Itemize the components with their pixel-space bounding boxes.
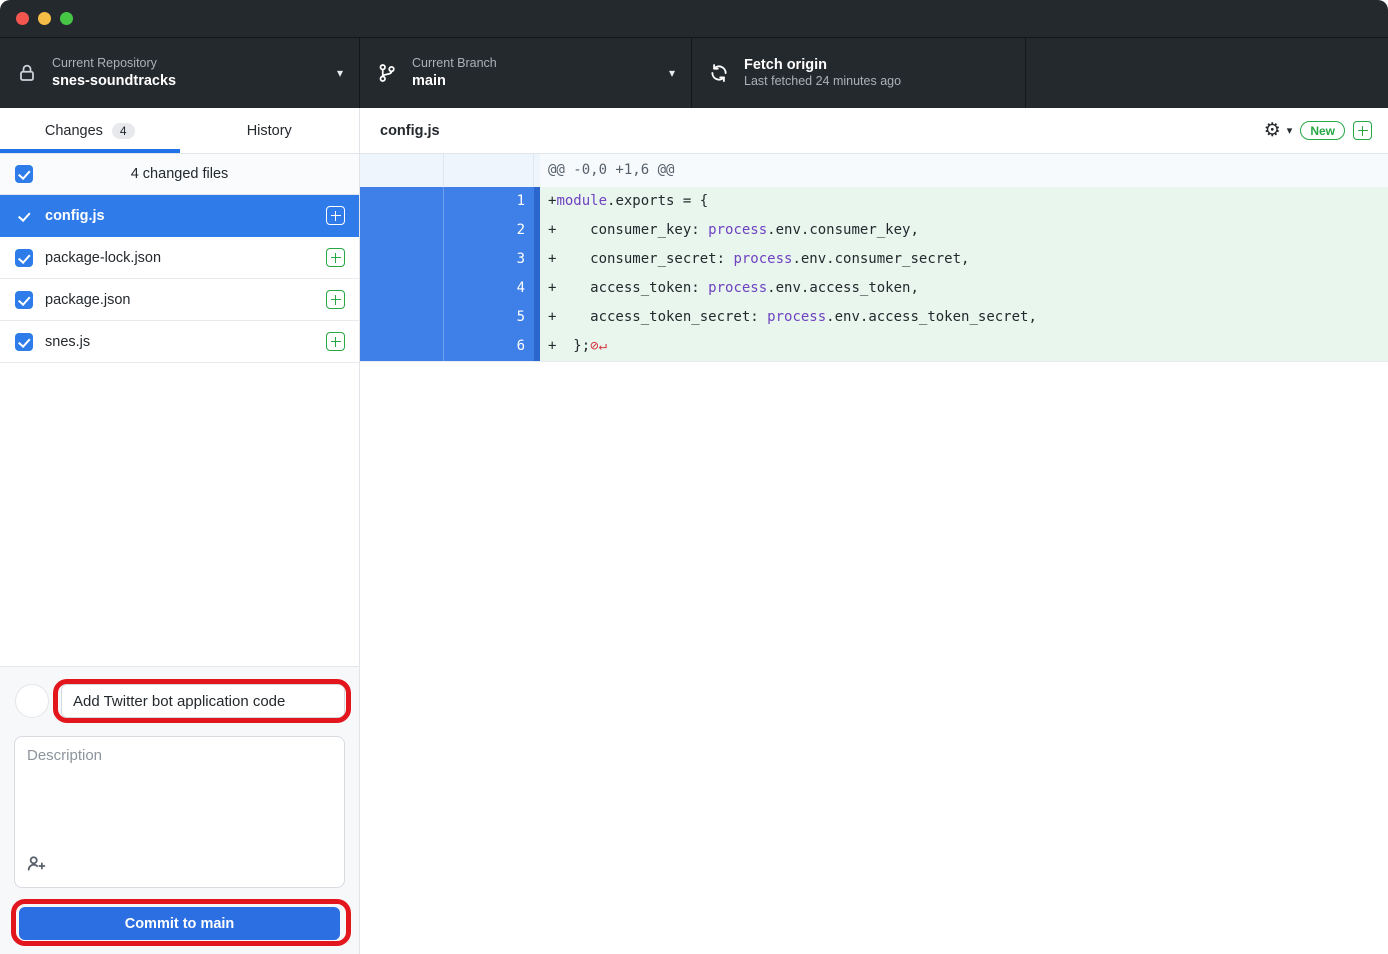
new-line-number[interactable]: 4 — [444, 274, 534, 303]
commit-button-branch: main — [200, 916, 234, 932]
old-line-gutter[interactable] — [360, 187, 444, 216]
close-button[interactable] — [16, 12, 29, 25]
commit-description-textarea[interactable]: Description — [14, 736, 345, 888]
new-line-number[interactable]: 5 — [444, 303, 534, 332]
tab-history-label: History — [247, 123, 292, 139]
old-line-gutter — [360, 154, 444, 187]
added-status-icon — [326, 206, 345, 225]
old-line-gutter[interactable] — [360, 332, 444, 361]
file-name: snes.js — [45, 334, 90, 350]
new-file-badge: New — [1300, 121, 1345, 140]
file-list-empty-area — [0, 363, 359, 666]
commit-summary-value: Add Twitter bot application code — [73, 693, 285, 710]
gear-icon[interactable]: ⚙ — [1264, 121, 1281, 140]
file-name: config.js — [45, 208, 105, 224]
code-line: + access_token_secret: process.env.acces… — [540, 303, 1388, 332]
old-line-gutter[interactable] — [360, 274, 444, 303]
new-line-number[interactable]: 3 — [444, 245, 534, 274]
file-row[interactable]: config.js — [0, 195, 359, 237]
old-line-gutter[interactable] — [360, 303, 444, 332]
diff-content: @@ -0,0 +1,6 @@ 1+module.exports = {2+ c… — [360, 154, 1388, 362]
window-controls — [16, 12, 73, 25]
fetch-origin-button[interactable]: Fetch origin Last fetched 24 minutes ago — [692, 38, 1026, 108]
sidebar-tabs: Changes 4 History — [0, 108, 359, 154]
changed-files-header: 4 changed files — [0, 154, 359, 195]
new-line-number[interactable]: 2 — [444, 216, 534, 245]
new-line-number[interactable]: 6 — [444, 332, 534, 361]
added-status-icon — [326, 248, 345, 267]
github-desktop-window: Current Repository snes-soundtracks ▾ Cu… — [0, 0, 1388, 954]
changed-files-count: 4 changed files — [0, 166, 359, 182]
titlebar — [0, 0, 1388, 38]
file-list: config.js package-lock.json package.json sn… — [0, 195, 359, 363]
diff-row: 2+ consumer_key: process.env.consumer_ke… — [360, 216, 1388, 245]
git-branch-icon — [376, 63, 398, 83]
file-name: package.json — [45, 292, 130, 308]
code-line: + consumer_key: process.env.consumer_key… — [540, 216, 1388, 245]
file-checkbox[interactable] — [15, 333, 33, 351]
file-name: package-lock.json — [45, 250, 161, 266]
tab-changes[interactable]: Changes 4 — [0, 108, 180, 153]
diff-row: 3+ consumer_secret: process.env.consumer… — [360, 245, 1388, 274]
chevron-down-icon: ▾ — [669, 66, 675, 80]
zoom-button[interactable] — [60, 12, 73, 25]
current-repository-button[interactable]: Current Repository snes-soundtracks ▾ — [0, 38, 360, 108]
file-row[interactable]: package-lock.json — [0, 237, 359, 279]
avatar — [15, 684, 49, 718]
branch-label: Current Branch — [412, 56, 497, 72]
old-line-gutter[interactable] — [360, 216, 444, 245]
commit-summary-input[interactable]: Add Twitter bot application code — [61, 684, 345, 718]
fetch-title: Fetch origin — [744, 56, 901, 74]
file-checkbox[interactable] — [15, 291, 33, 309]
sync-icon — [708, 63, 730, 83]
description-placeholder: Description — [27, 747, 102, 764]
commit-area: Add Twitter bot application code Descrip… — [0, 666, 359, 954]
changes-count-badge: 4 — [112, 123, 135, 139]
added-status-icon — [326, 332, 345, 351]
minimize-button[interactable] — [38, 12, 51, 25]
add-coauthor-icon[interactable] — [26, 854, 47, 878]
added-status-icon — [1353, 121, 1372, 140]
repository-label: Current Repository — [52, 56, 176, 72]
code-line: + consumer_secret: process.env.consumer_… — [540, 245, 1388, 274]
new-line-number[interactable]: 1 — [444, 187, 534, 216]
repository-name: snes-soundtracks — [52, 72, 176, 90]
file-checkbox[interactable] — [15, 249, 33, 267]
branch-name: main — [412, 72, 497, 90]
file-row[interactable]: package.json — [0, 279, 359, 321]
file-checkbox[interactable] — [15, 207, 33, 225]
diff-row: 1+module.exports = { — [360, 187, 1388, 216]
old-line-gutter[interactable] — [360, 245, 444, 274]
toolbar: Current Repository snes-soundtracks ▾ Cu… — [0, 38, 1388, 108]
tab-changes-label: Changes — [45, 123, 103, 139]
sidebar: Changes 4 History 4 changed files config… — [0, 108, 360, 954]
hunk-header-row: @@ -0,0 +1,6 @@ — [360, 154, 1388, 187]
tab-history[interactable]: History — [180, 108, 360, 153]
commit-button-prefix: Commit to — [125, 916, 201, 932]
file-row[interactable]: snes.js — [0, 321, 359, 363]
new-line-gutter — [444, 154, 534, 187]
current-branch-button[interactable]: Current Branch main ▾ — [360, 38, 692, 108]
diff-row: 6+ };⊘↵ — [360, 332, 1388, 361]
toolbar-empty-area — [1026, 38, 1388, 108]
commit-summary-row: Add Twitter bot application code — [14, 679, 345, 723]
diff-row: 4+ access_token: process.env.access_toke… — [360, 274, 1388, 303]
fetch-subtitle: Last fetched 24 minutes ago — [744, 74, 901, 90]
code-line: + access_token: process.env.access_token… — [540, 274, 1388, 303]
diff-row: 5+ access_token_secret: process.env.acce… — [360, 303, 1388, 332]
hunk-header-text: @@ -0,0 +1,6 @@ — [540, 154, 1388, 187]
commit-button[interactable]: Commit to main — [19, 907, 340, 940]
chevron-down-icon[interactable]: ▾ — [1287, 124, 1293, 137]
diff-header: config.js ⚙ ▾ New — [360, 108, 1388, 154]
diff-pane: config.js ⚙ ▾ New @@ -0,0 +1,6 @@ 1+modu… — [360, 108, 1388, 954]
diff-filename: config.js — [380, 123, 440, 139]
lock-icon — [16, 63, 38, 83]
code-line: + };⊘↵ — [540, 332, 1388, 361]
chevron-down-icon: ▾ — [337, 66, 343, 80]
added-status-icon — [326, 290, 345, 309]
code-line: +module.exports = { — [540, 187, 1388, 216]
